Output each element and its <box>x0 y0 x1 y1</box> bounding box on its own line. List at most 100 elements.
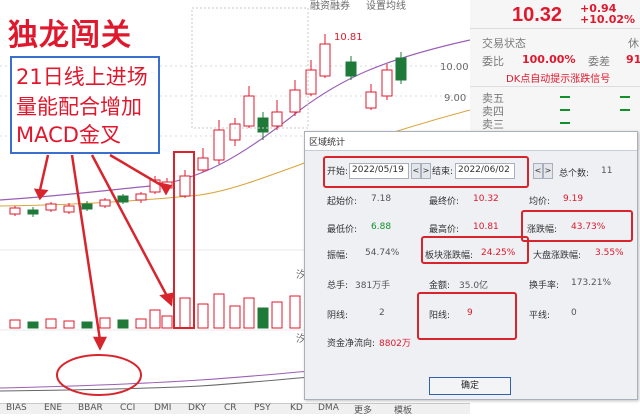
stat-value: 10.81 <box>473 222 499 232</box>
candle-body <box>9 207 21 215</box>
end-label: 结束: <box>432 167 454 177</box>
stat-label: 最高价: <box>429 225 460 235</box>
stat-label: 总手: <box>327 281 349 291</box>
volume-bar <box>289 295 301 329</box>
volume-bar <box>229 305 241 329</box>
start-date-value: 2022/05/19 <box>352 165 404 175</box>
volume-bar <box>27 321 39 329</box>
tab-dmi[interactable]: DMI <box>154 403 171 413</box>
volume-bar <box>243 297 255 329</box>
candle-body <box>213 129 225 161</box>
tab-more[interactable]: 更多 <box>354 403 372 416</box>
tab-dma[interactable]: DMA <box>318 403 339 413</box>
candle-body <box>289 89 301 113</box>
volume-bar <box>117 319 129 329</box>
stat-label: 均价: <box>529 197 551 207</box>
volume-bar <box>135 318 147 329</box>
stat-label: 板块涨跌幅: <box>425 251 474 261</box>
region-stats-dialog: 区域统计 开始: 2022/05/19 < > 结束: 2022/06/02 <… <box>304 131 638 400</box>
sell-level-3: 卖三 <box>482 118 504 131</box>
stat-label: 换手率: <box>529 281 560 291</box>
axis-label-10: 10.00 <box>440 62 469 73</box>
start-date-field[interactable]: 2022/05/19 <box>349 163 409 179</box>
sell-dash <box>560 122 570 124</box>
stat-value: 54.74% <box>365 248 400 258</box>
stat-value: 173.21% <box>571 278 612 288</box>
trade-status-value: 休 <box>628 37 639 50</box>
candle-body <box>365 91 377 109</box>
stat-value: 9 <box>467 308 473 318</box>
stat-value: 9.19 <box>563 194 584 204</box>
volume-bar <box>9 319 21 329</box>
stat-label: 最低价: <box>327 225 358 235</box>
candle-body <box>229 123 241 141</box>
stat-label: 金额: <box>429 281 451 291</box>
tab-cci[interactable]: CCI <box>120 403 135 413</box>
stat-value: 10.32 <box>473 194 499 204</box>
start-date-prev-button[interactable]: < <box>411 163 421 179</box>
volume-bar <box>257 307 269 329</box>
commission-diff-label: 委差 <box>588 55 610 68</box>
volume-bar <box>63 320 75 329</box>
tab-psy[interactable]: PSY <box>254 403 271 413</box>
volume-bar <box>161 315 173 329</box>
tab-cr[interactable]: CR <box>224 403 237 413</box>
stat-label: 振幅: <box>327 251 349 261</box>
axis-label-9: 9.00 <box>444 93 467 104</box>
stat-value: 3.55% <box>595 248 624 258</box>
price-change-pct: +10.02% <box>580 13 636 26</box>
stat-value: 381万手 <box>355 281 391 291</box>
candle-body <box>257 117 269 133</box>
total-count-label: 总个数: <box>559 169 590 179</box>
indicator-tabs: BIAS ENE BBAR CCI DMI DKY CR PSY KD DMA … <box>0 403 470 416</box>
tab-kd[interactable]: KD <box>290 403 303 413</box>
tab-dky[interactable]: DKY <box>188 403 206 413</box>
tab-ene[interactable]: ENE <box>44 403 62 413</box>
tab-bbar[interactable]: BBAR <box>78 403 103 413</box>
candle-body <box>63 205 75 213</box>
signal-link[interactable]: DK点自动提示涨跌信号 <box>506 70 610 85</box>
confirm-button[interactable]: 确定 <box>429 377 511 395</box>
dialog-title: 区域统计 <box>309 138 346 148</box>
start-label: 开始: <box>327 167 349 177</box>
sell-dash <box>560 109 570 111</box>
volume-bar <box>213 293 225 329</box>
volume-bar <box>179 297 191 329</box>
total-count-value: 11 <box>601 166 613 176</box>
end-date-field[interactable]: 2022/06/02 <box>455 163 515 179</box>
candle-body <box>345 61 357 77</box>
end-date-next-button[interactable]: > <box>543 163 553 179</box>
sell-dash <box>560 96 570 98</box>
volume-bar <box>81 321 93 329</box>
volume-bar <box>197 303 209 329</box>
sell-dash <box>620 109 630 111</box>
candle-body <box>319 43 331 77</box>
candle-body <box>395 57 407 81</box>
candle-body <box>27 209 39 215</box>
start-date-next-button[interactable]: > <box>421 163 431 179</box>
candle-body <box>197 157 209 171</box>
end-date-value: 2022/06/02 <box>458 165 510 175</box>
volume-bar <box>45 318 57 329</box>
candle-body <box>243 95 255 127</box>
annotation-line-2: 量能配合增加 <box>16 95 142 119</box>
candle-body <box>45 203 57 211</box>
annotation-box: 21日线上进场 量能配合增加 MACD金叉 <box>10 56 160 154</box>
dialog-titlebar[interactable]: 区域统计 <box>305 132 637 151</box>
stat-value: 6.88 <box>371 222 392 232</box>
volume-bar <box>149 309 161 329</box>
candle-body <box>271 111 283 127</box>
stat-value: 7.18 <box>371 194 392 204</box>
annotation-line-1: 21日线上进场 <box>16 65 148 89</box>
tab-template[interactable]: 模板 <box>394 403 412 416</box>
end-date-prev-button[interactable]: < <box>533 163 543 179</box>
stat-value: 43.73% <box>571 222 606 232</box>
tab-bias[interactable]: BIAS <box>6 403 27 413</box>
commission-ratio-label: 委比 <box>482 55 504 68</box>
high-price-mark: 10.81 <box>334 32 363 43</box>
financing-label[interactable]: 融资融券 <box>310 0 350 12</box>
stat-value: 2 <box>379 308 385 318</box>
candle-body <box>99 199 111 207</box>
commission-diff-value: 91 <box>626 53 640 66</box>
settings-ma-label[interactable]: 设置均线 <box>366 0 406 12</box>
